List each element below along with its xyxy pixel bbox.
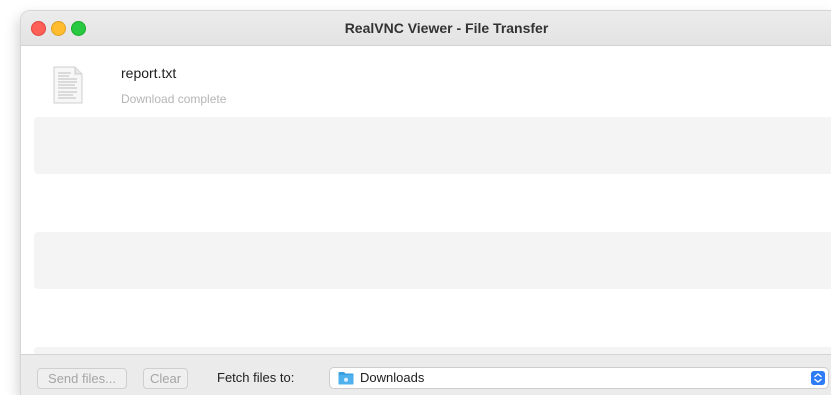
empty-row — [34, 289, 831, 346]
file-name: report.txt — [121, 65, 177, 81]
footer-toolbar: Send files... Clear Fetch files to: Down… — [21, 354, 831, 395]
empty-row — [34, 174, 831, 231]
empty-row — [34, 232, 831, 289]
window-title: RealVNC Viewer - File Transfer — [344, 20, 549, 36]
folder-icon — [338, 372, 354, 385]
transfer-list[interactable]: report.txt Download complete — [21, 46, 831, 355]
title-bar[interactable]: RealVNC Viewer - File Transfer — [21, 11, 831, 46]
fetch-files-label: Fetch files to: — [217, 370, 295, 385]
empty-row — [34, 117, 831, 174]
send-files-button[interactable]: Send files... — [37, 368, 127, 389]
file-transfer-window: RealVNC Viewer - File Transfer report.tx… — [20, 10, 831, 395]
clear-button[interactable]: Clear — [143, 368, 188, 389]
destination-select[interactable]: Downloads — [329, 367, 829, 389]
chevron-updown-icon[interactable] — [811, 371, 825, 385]
transfer-status: Download complete — [121, 92, 227, 106]
transfer-row[interactable]: report.txt Download complete — [34, 46, 831, 106]
text-file-icon — [53, 66, 83, 104]
destination-value: Downloads — [360, 370, 425, 385]
